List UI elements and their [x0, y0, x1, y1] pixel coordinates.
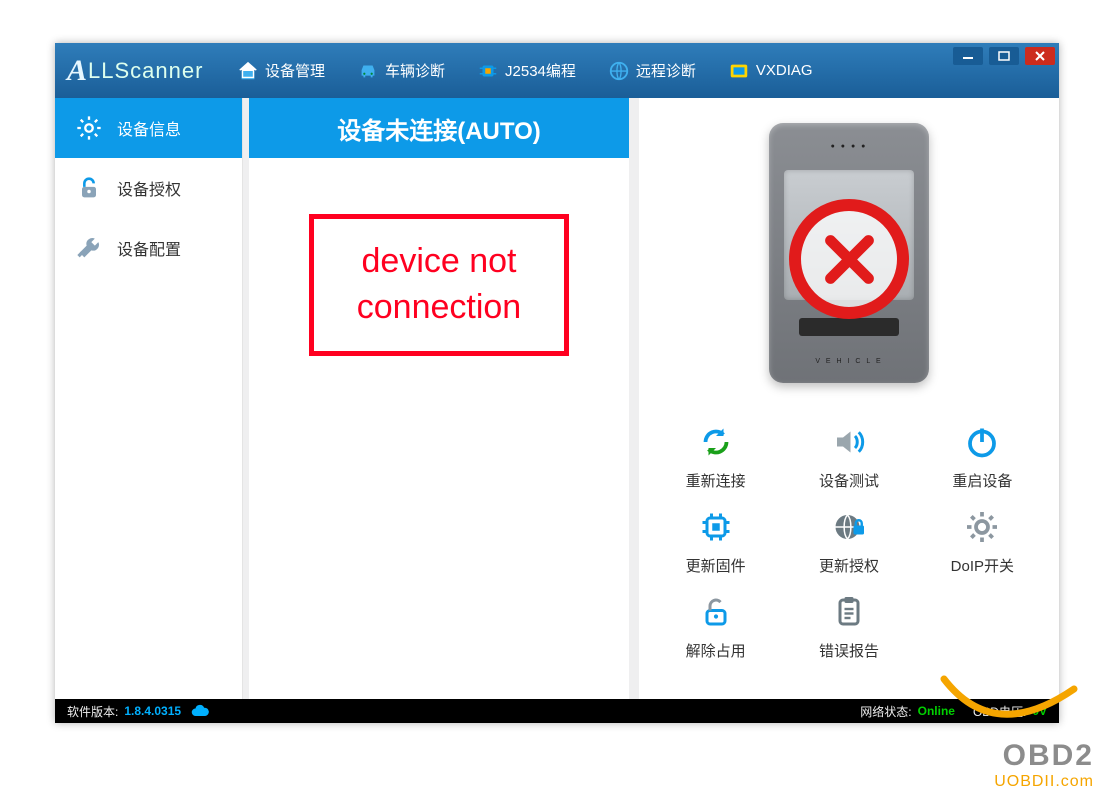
action-error-report[interactable]: 错误报告 — [782, 590, 915, 661]
action-update-license[interactable]: 更新授权 — [782, 505, 915, 576]
window-controls — [953, 47, 1055, 65]
network-label: 网络状态: — [860, 703, 911, 720]
action-label: 重新连接 — [686, 470, 746, 491]
alert-line: device not — [336, 239, 542, 285]
lock-icon — [75, 174, 103, 202]
connection-status-header: 设备未连接(AUTO) — [249, 98, 629, 158]
menu-j2534[interactable]: J2534编程 — [461, 43, 592, 98]
refresh-icon — [694, 420, 738, 464]
menu-label: 设备管理 — [265, 60, 325, 81]
action-reboot[interactable]: 重启设备 — [916, 420, 1049, 491]
app-window: ALLScanner 设备管理 车辆诊断 J2534编程 — [55, 43, 1059, 723]
action-label: 重启设备 — [952, 470, 1012, 491]
main-area: 设备信息 设备授权 设备配置 设备未连接(AUTO) device not — [55, 98, 1059, 699]
obd-label: OBD电压: — [973, 703, 1026, 720]
action-device-test[interactable]: 设备测试 — [782, 420, 915, 491]
cross-circle-icon — [789, 199, 909, 319]
menu-label: J2534编程 — [505, 60, 576, 81]
sidebar: 设备信息 设备授权 设备配置 — [55, 98, 243, 699]
action-doip-switch[interactable]: DoIP开关 — [916, 505, 1049, 576]
alert-line: connection — [336, 285, 542, 331]
menu-vehicle-diag[interactable]: 车辆诊断 — [341, 43, 461, 98]
action-label: 设备测试 — [819, 470, 879, 491]
menu-label: 车辆诊断 — [385, 60, 445, 81]
cloud-icon[interactable] — [191, 704, 209, 719]
sidebar-item-device-auth[interactable]: 设备授权 — [55, 158, 242, 218]
version-label: 软件版本: — [67, 703, 118, 720]
sidebar-label: 设备配置 — [117, 236, 181, 260]
menu-label: VXDIAG — [756, 62, 813, 79]
right-panel: ● ● ● ● V E H I C L E 重新连接 设备测试 — [639, 98, 1059, 699]
cog-icon — [960, 505, 1004, 549]
obd-value: 0V — [1032, 704, 1047, 718]
center-body: device not connection — [249, 158, 629, 699]
maximize-button[interactable] — [989, 47, 1019, 65]
network-value: Online — [918, 704, 955, 718]
gear-icon — [75, 114, 103, 142]
vxdiag-icon — [728, 60, 750, 82]
action-label: 错误报告 — [819, 640, 879, 661]
menu-bar: ALLScanner 设备管理 车辆诊断 J2534编程 — [55, 43, 1059, 98]
menu-vxdiag[interactable]: VXDIAG — [712, 43, 829, 98]
logo-text: LLScanner — [88, 58, 203, 84]
app-logo: ALLScanner — [61, 51, 211, 91]
report-icon — [827, 590, 871, 634]
action-label: DoIP开关 — [951, 555, 1014, 576]
menu-remote-diag[interactable]: 远程诊断 — [592, 43, 712, 98]
firmware-icon — [694, 505, 738, 549]
chip-icon — [477, 60, 499, 82]
globe-icon — [608, 60, 630, 82]
action-label: 更新授权 — [819, 555, 879, 576]
action-label: 更新固件 — [686, 555, 746, 576]
speaker-icon — [827, 420, 871, 464]
sidebar-label: 设备授权 — [117, 176, 181, 200]
device-not-connected-alert: device not connection — [309, 214, 569, 356]
action-reconnect[interactable]: 重新连接 — [649, 420, 782, 491]
device-image: ● ● ● ● V E H I C L E — [639, 98, 1059, 408]
watermark-line2: UOBDII.com — [934, 773, 1094, 791]
action-label: 解除占用 — [686, 640, 746, 661]
close-button[interactable] — [1025, 47, 1055, 65]
globe-lock-icon — [827, 505, 871, 549]
action-grid: 重新连接 设备测试 重启设备 更新固件 更新授权 — [639, 408, 1059, 671]
power-icon — [960, 420, 1004, 464]
wrench-icon — [75, 234, 103, 262]
sidebar-item-device-info[interactable]: 设备信息 — [55, 98, 242, 158]
menu-device-manage[interactable]: 设备管理 — [221, 43, 341, 98]
status-bar: 软件版本: 1.8.4.0315 网络状态: Online OBD电压: 0V — [55, 699, 1059, 723]
action-update-firmware[interactable]: 更新固件 — [649, 505, 782, 576]
car-icon — [357, 60, 379, 82]
sidebar-item-device-config[interactable]: 设备配置 — [55, 218, 242, 278]
watermark-line1: OBD2 — [934, 739, 1094, 773]
home-icon — [237, 60, 259, 82]
sidebar-label: 设备信息 — [117, 116, 181, 140]
center-panel: 设备未连接(AUTO) device not connection — [249, 98, 629, 699]
action-release-occupy[interactable]: 解除占用 — [649, 590, 782, 661]
main-menu: 设备管理 车辆诊断 J2534编程 远程诊断 — [221, 43, 829, 98]
menu-label: 远程诊断 — [636, 60, 696, 81]
version-value: 1.8.4.0315 — [124, 704, 181, 718]
unlock-icon — [694, 590, 738, 634]
minimize-button[interactable] — [953, 47, 983, 65]
